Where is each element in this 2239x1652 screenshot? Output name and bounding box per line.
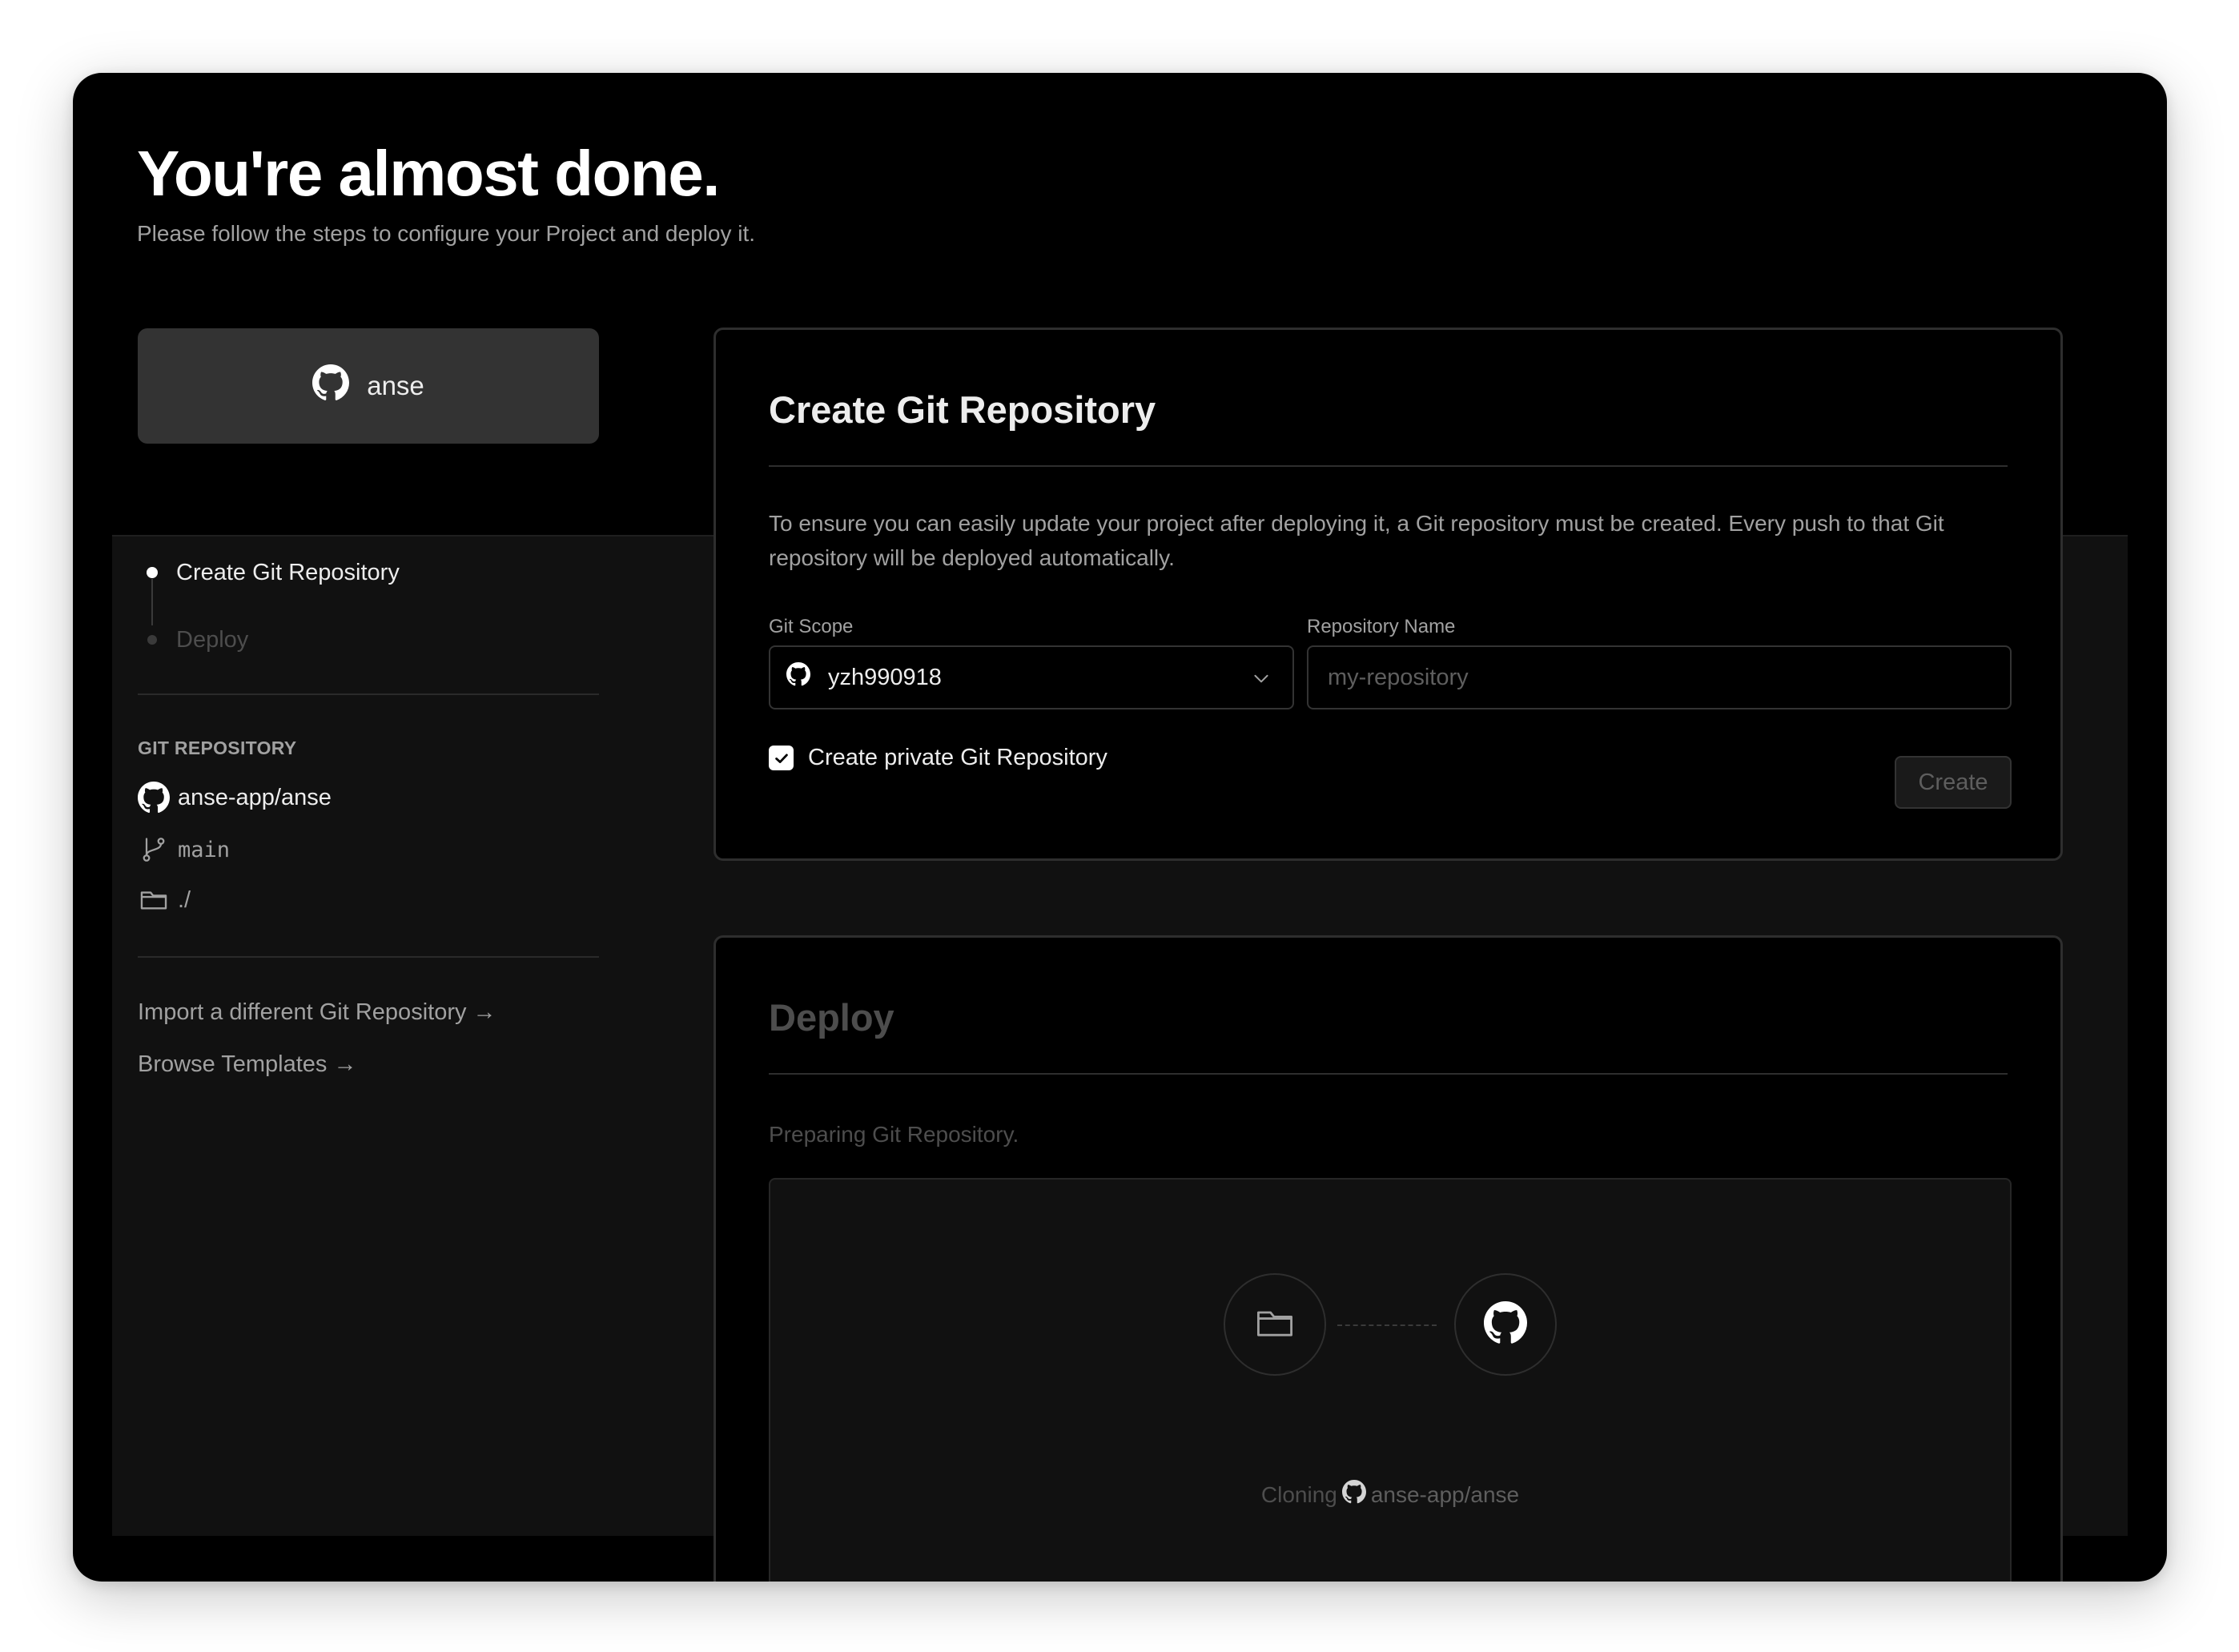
step-label: Deploy — [176, 626, 249, 653]
deploy-card-title: Deploy — [769, 996, 894, 1039]
deploy-status-text: Preparing Git Repository. — [769, 1122, 1019, 1147]
branch-name-text: main — [178, 837, 231, 862]
step-inactive-dot — [147, 635, 157, 645]
repo-chip-label: anse — [367, 371, 424, 400]
github-icon — [312, 364, 350, 408]
page-title: You're almost done. — [137, 138, 720, 209]
create-card-description: To ensure you can easily update your pro… — [769, 511, 1944, 570]
cloning-repo-name: anse-app/anse — [1370, 1481, 1520, 1507]
git-scope-value: yzh990918 — [828, 664, 942, 690]
create-button[interactable]: Create — [1895, 756, 2012, 809]
step-deploy: Deploy — [138, 606, 599, 673]
sidebar-divider — [138, 693, 599, 695]
clone-connector-line — [1337, 1324, 1437, 1326]
card-divider — [769, 1073, 2008, 1075]
cloning-status: Cloning anse-app/anse — [770, 1480, 2010, 1509]
checkmark-icon — [774, 754, 788, 763]
repository-name-label: Repository Name — [1307, 616, 1456, 637]
card-divider — [769, 465, 2008, 467]
git-repository-name: anse-app/anse — [138, 782, 332, 814]
create-card-title: Create Git Repository — [769, 388, 1156, 431]
deploy-card: Deploy Preparing Git Repository. Cloning — [714, 935, 2063, 1582]
browse-templates-link[interactable]: Browse Templates → — [138, 1051, 356, 1078]
folder-icon — [1254, 1302, 1296, 1348]
github-icon — [138, 782, 170, 814]
git-scope-label: Git Scope — [769, 616, 854, 637]
private-repository-option[interactable]: Create private Git Repository — [769, 745, 1107, 771]
repo-chip: anse — [138, 328, 599, 444]
private-repository-checkbox[interactable] — [769, 746, 794, 770]
git-branch-icon — [138, 834, 170, 866]
git-repository-section-label: GIT REPOSITORY — [138, 738, 297, 758]
app-window: You're almost done. Please follow the st… — [73, 73, 2167, 1582]
step-create-git-repository: Create Git Repository — [138, 539, 599, 606]
folder-circle — [1224, 1273, 1326, 1376]
folder-icon — [138, 884, 170, 916]
git-branch: main — [138, 834, 230, 866]
import-different-repository-link[interactable]: Import a different Git Repository → — [138, 999, 496, 1026]
root-directory-text: ./ — [178, 886, 191, 913]
repository-name-text: anse-app/anse — [178, 784, 332, 810]
chevron-down-icon — [1251, 668, 1272, 689]
clone-progress-panel: Cloning anse-app/anse — [769, 1178, 2012, 1582]
github-circle — [1454, 1273, 1557, 1376]
repository-name-input[interactable] — [1307, 645, 2012, 709]
github-icon — [1341, 1480, 1366, 1509]
private-repository-label: Create private Git Repository — [808, 745, 1107, 770]
cloning-label: Cloning — [1260, 1481, 1337, 1507]
git-scope-select[interactable]: yzh990918 — [769, 645, 1294, 709]
page-subtitle: Please follow the steps to configure you… — [137, 221, 755, 246]
github-icon — [786, 662, 810, 693]
root-directory: ./ — [138, 884, 191, 916]
step-active-dot — [147, 567, 158, 578]
sidebar-divider — [138, 956, 599, 958]
step-label: Create Git Repository — [176, 559, 400, 585]
github-icon — [1484, 1300, 1527, 1349]
steps-nav: Create Git Repository Deploy — [138, 552, 599, 686]
create-git-repository-card: Create Git Repository To ensure you can … — [714, 328, 2063, 861]
